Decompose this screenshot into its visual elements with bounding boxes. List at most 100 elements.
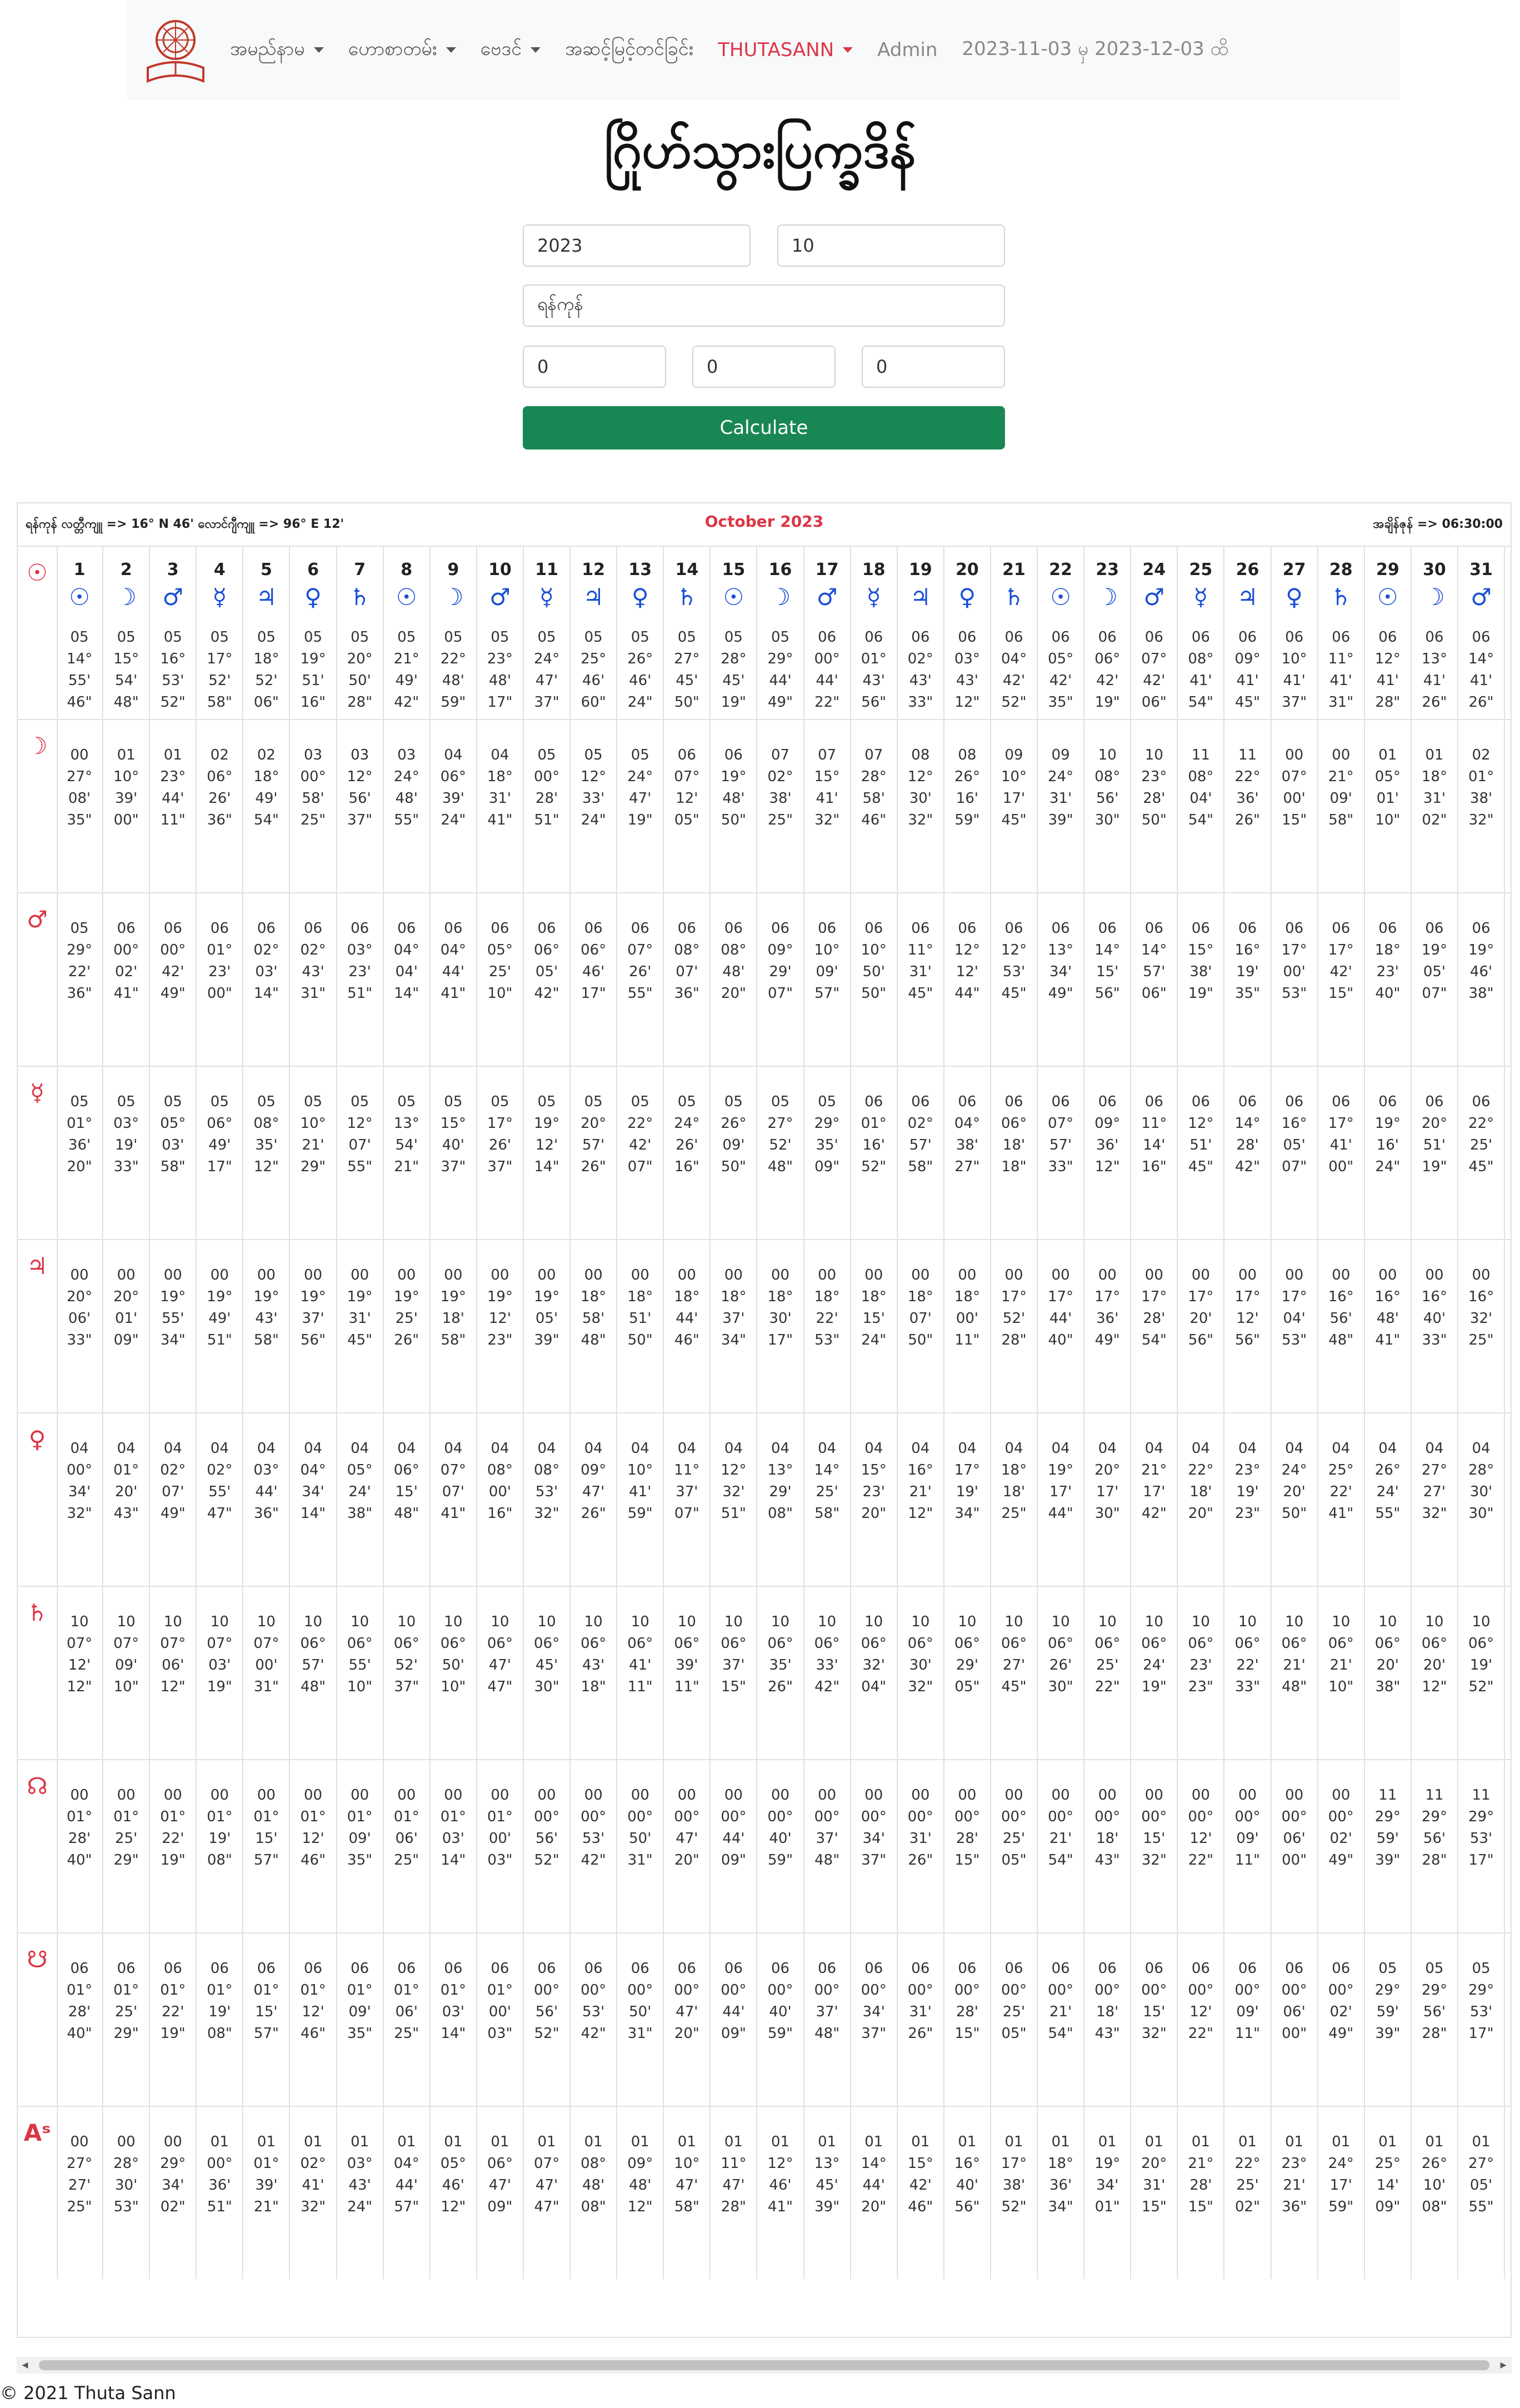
second-value: 45" xyxy=(1001,1678,1027,1695)
scrollbar-thumb[interactable] xyxy=(39,2360,1489,2370)
degree-value: 07° xyxy=(113,1635,139,1652)
degree-value: 06° xyxy=(907,1635,933,1652)
planet-label-cell: ☊ xyxy=(18,1759,58,1932)
degree-value: 27° xyxy=(67,768,93,785)
sign-value: 06 xyxy=(911,1093,930,1110)
sign-value: 05 xyxy=(351,629,369,646)
degree-value: 22° xyxy=(1188,1462,1214,1478)
second-value: 49" xyxy=(160,985,186,1002)
minute-value: 57' xyxy=(582,1137,605,1153)
second-value: 31" xyxy=(627,2025,653,2042)
nav-item-1[interactable]: ဟောစာတမ်း xyxy=(348,36,456,64)
second-value: 05" xyxy=(674,812,699,828)
transit-calendar-table: ရန်ကုန် လတ္တီကျူ => 16° N 46' လောင်ဂျီကျ… xyxy=(17,502,1512,2338)
second-value: 46" xyxy=(674,1332,699,1348)
degree-value: 16° xyxy=(1421,1288,1447,1305)
degree-value: 15° xyxy=(861,1462,887,1478)
minute-value: 07' xyxy=(442,1483,464,1500)
second-input[interactable]: 0 xyxy=(862,346,1005,388)
second-value: 55" xyxy=(1468,2199,1494,2215)
sign-value: 05 xyxy=(117,629,136,646)
minute-input[interactable]: 0 xyxy=(692,346,836,388)
minute-value: 09' xyxy=(1236,1830,1259,1847)
second-value: 26" xyxy=(1422,694,1447,711)
second-value: 30" xyxy=(1094,1505,1120,1522)
minute-value: 40' xyxy=(442,1137,464,1153)
day-cell: 00 16° 40' 33" xyxy=(1412,1239,1458,1412)
day-cell: 06 02° 57' 58" xyxy=(898,1066,944,1239)
nav-item-3[interactable]: အဆင့်မြင့်တင်ခြင်း xyxy=(565,36,693,64)
minute-value: 42' xyxy=(1329,963,1352,980)
nav-item-6[interactable]: 2023-11-03 မှ 2023-12-03 ထိ xyxy=(962,36,1229,64)
nav-item-0[interactable]: အမည်နာမ xyxy=(230,36,324,64)
degree-value: 07° xyxy=(1281,768,1307,785)
scroll-right-icon[interactable]: ▸ xyxy=(1495,2357,1512,2374)
second-value: 11" xyxy=(1235,1852,1261,1869)
degree-value: 00° xyxy=(534,768,560,785)
day-cell: 00 00° 02' 49" xyxy=(1318,1759,1365,1932)
sign-value: 06 xyxy=(257,1960,276,1977)
second-value: 40" xyxy=(1375,985,1401,1002)
second-value: 45" xyxy=(908,985,933,1002)
second-value: 24" xyxy=(441,812,466,828)
nav-item-4[interactable]: THUTASANN xyxy=(718,39,853,61)
minute-value: 41' xyxy=(1189,672,1212,689)
minute-value: 27' xyxy=(1002,1657,1026,1673)
day-number: 12 xyxy=(582,560,606,579)
degree-value: 29° xyxy=(1468,1982,1494,1999)
sign-value: 06 xyxy=(351,920,369,937)
sign-value: 06 xyxy=(1098,1960,1117,1977)
thutasann-logo-icon[interactable] xyxy=(140,14,211,86)
day-number: 17 xyxy=(815,560,839,579)
sign-value: 01 xyxy=(1332,2134,1351,2150)
minute-value: 34' xyxy=(862,2004,885,2020)
day-cell: 00 19° 43' 58" xyxy=(243,1239,291,1412)
second-value: 11" xyxy=(674,1678,699,1695)
degree-value: 00° xyxy=(534,1809,560,1825)
minute-value: 53' xyxy=(582,2004,605,2020)
minute-value: 41' xyxy=(1329,1137,1352,1153)
degree-value: 24° xyxy=(534,651,560,667)
sign-value: 00 xyxy=(724,1787,743,1803)
calculate-button[interactable]: Calculate xyxy=(523,406,1005,449)
hour-input[interactable]: 0 xyxy=(523,346,666,388)
nav-item-2[interactable]: ဗေဒင် xyxy=(481,36,541,64)
day-cell: 04 16° 21' 12" xyxy=(898,1412,944,1586)
degree-value: 01° xyxy=(113,1462,139,1478)
day-number: 6 xyxy=(307,560,319,579)
location-input[interactable]: ရန်ကုန် xyxy=(523,284,1005,327)
day-cell: 06 00° 42' 49" xyxy=(150,892,197,1066)
sign-value: 06 xyxy=(958,1960,977,1977)
degree-value: 12° xyxy=(1001,942,1027,958)
sign-value: 06 xyxy=(1332,920,1351,937)
caret-down-icon xyxy=(446,47,456,53)
second-value: 52" xyxy=(1001,694,1027,711)
caret-down-icon xyxy=(313,47,324,53)
minute-value: 09' xyxy=(348,2004,371,2020)
scroll-left-icon[interactable]: ◂ xyxy=(17,2357,33,2374)
nav-item-5[interactable]: Admin xyxy=(877,39,937,61)
sign-value: 05 xyxy=(677,1093,696,1110)
degree-value: 07° xyxy=(1141,651,1167,667)
day-cell: 00 29° 34' 02" xyxy=(150,2106,197,2279)
planet-row: ☊ 00 01° 28' 40" 00 01° 25' 29" 00 01° 22' 19" 00 01° 1… xyxy=(18,1759,1511,1934)
degree-value: 00° xyxy=(907,1809,933,1825)
day-cell: 01 23° 44' 11" xyxy=(150,719,197,892)
second-value: 12" xyxy=(160,1678,186,1695)
day-cell: 10 06° 47' 47" xyxy=(477,1586,524,1759)
month-year-title: October 2023 xyxy=(704,512,824,531)
degree-value: 24° xyxy=(1048,768,1074,785)
day-number: 2 xyxy=(120,560,132,579)
second-value: 49" xyxy=(768,694,793,711)
day-cell: 05 08° 35' 12" xyxy=(243,1066,291,1239)
year-input[interactable]: 2023 xyxy=(523,224,751,267)
day-cell: 00 00° 15' 32" xyxy=(1131,1759,1178,1932)
month-input[interactable]: 10 xyxy=(777,224,1005,267)
second-value: 34" xyxy=(721,1332,746,1348)
sign-value: 05 xyxy=(491,1093,509,1110)
second-value: 01" xyxy=(1094,2199,1120,2215)
degree-value: 12° xyxy=(907,768,933,785)
sign-value: 00 xyxy=(117,1787,136,1803)
day-cell: 06 00° 09' 11" xyxy=(1225,1932,1272,2106)
horizontal-scrollbar[interactable]: ◂ ▸ xyxy=(17,2357,1512,2374)
